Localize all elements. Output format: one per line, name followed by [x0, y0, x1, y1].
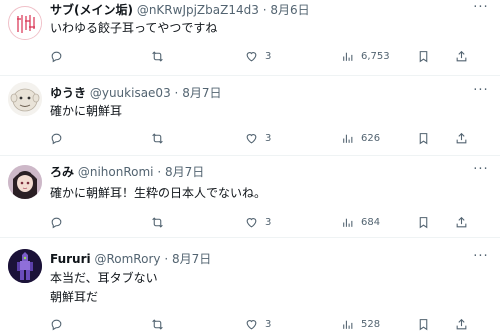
tweet[interactable]: Fururi @RomRory · 8月7日 ··· 本当だ、耳タブない 朝鮮耳…: [0, 238, 500, 336]
avatar[interactable]: [8, 6, 42, 40]
author-handle[interactable]: @RomRory: [94, 252, 160, 266]
views-button[interactable]: 684: [341, 214, 380, 230]
more-icon[interactable]: ···: [472, 250, 490, 267]
tweet[interactable]: サブ(メイン垢) @nKRwJpjZbaZ14d3 · 8月6日 ··· いわゆ…: [0, 0, 500, 76]
reply-button[interactable]: [50, 130, 70, 146]
share-icon: [456, 216, 467, 227]
reply-icon: [51, 217, 62, 228]
bookmark-button[interactable]: [417, 316, 430, 332]
heart-icon: [246, 133, 257, 143]
view-count: 6,753: [361, 50, 390, 62]
tweet-text: 確かに朝鮮耳: [50, 104, 123, 118]
views-button[interactable]: 6,753: [341, 48, 390, 64]
retweet-button[interactable]: [151, 316, 171, 332]
retweet-button[interactable]: [151, 48, 171, 64]
heart-icon: [246, 319, 257, 329]
tweet-text: 本当だ、耳タブない 朝鮮耳だ: [50, 271, 158, 304]
like-count: 3: [265, 132, 272, 144]
more-icon[interactable]: ···: [472, 163, 490, 180]
reply-button[interactable]: [50, 316, 70, 332]
share-button[interactable]: [455, 214, 468, 230]
tweet[interactable]: ゆうき @yuukisae03 · 8月7日 ··· 確かに朝鮮耳 3 626: [0, 76, 500, 156]
reply-icon: [51, 133, 62, 144]
like-button[interactable]: 3: [245, 316, 271, 332]
action-bar: 3 626: [50, 130, 488, 146]
bookmark-icon: [419, 50, 428, 62]
author-name[interactable]: ろみ: [50, 165, 74, 179]
tweet[interactable]: ろみ @nihonRomi · 8月7日 ··· 確かに朝鮮耳！生粋の日本人でな…: [0, 156, 500, 238]
tweet-date[interactable]: 8月7日: [182, 86, 221, 100]
retweet-icon: [152, 132, 163, 144]
reply-icon: [51, 51, 62, 62]
author-handle[interactable]: @nihonRomi: [78, 165, 154, 179]
views-button[interactable]: 626: [341, 130, 380, 146]
more-icon[interactable]: ···: [472, 84, 490, 101]
retweet-icon: [152, 50, 163, 62]
bar-chart-icon: [343, 52, 353, 61]
bookmark-button[interactable]: [417, 214, 430, 230]
author-handle[interactable]: @yuukisae03: [90, 86, 171, 100]
avatar-image: [8, 249, 42, 283]
reply-button[interactable]: [50, 214, 70, 230]
like-button[interactable]: 3: [245, 130, 271, 146]
like-count: 3: [265, 50, 272, 62]
like-count: 3: [265, 318, 272, 330]
meta-separator: ·: [174, 86, 179, 100]
tweet-date[interactable]: 8月6日: [270, 3, 309, 17]
like-count: 3: [265, 216, 272, 228]
more-icon[interactable]: ···: [472, 1, 490, 18]
bookmark-icon: [419, 132, 428, 144]
bar-chart-icon: [343, 218, 353, 227]
avatar[interactable]: [8, 82, 42, 116]
author-name[interactable]: Fururi: [50, 252, 91, 266]
share-button[interactable]: [455, 316, 468, 332]
like-button[interactable]: 3: [245, 48, 271, 64]
tweet-text: いわゆる餃子耳ってやつですね: [50, 21, 218, 35]
share-button[interactable]: [455, 48, 468, 64]
avatar-image: [8, 165, 42, 199]
like-button[interactable]: 3: [245, 214, 271, 230]
tweet-date[interactable]: 8月7日: [165, 165, 204, 179]
share-button[interactable]: [455, 130, 468, 146]
avatar[interactable]: [8, 165, 42, 199]
author-handle[interactable]: @nKRwJpjZbaZ14d3: [137, 3, 259, 17]
share-icon: [456, 132, 467, 143]
action-bar: 3 528: [50, 316, 488, 332]
views-button[interactable]: 528: [341, 316, 380, 332]
avatar[interactable]: [8, 249, 42, 283]
tweet-date[interactable]: 8月7日: [172, 252, 211, 266]
action-bar: 3 6,753: [50, 48, 488, 64]
action-bar: 3 684: [50, 214, 488, 230]
bookmark-icon: [419, 216, 428, 228]
heart-icon: [246, 217, 257, 227]
share-icon: [456, 50, 467, 61]
meta-separator: ·: [262, 3, 267, 17]
avatar-image: [10, 8, 41, 39]
bookmark-button[interactable]: [417, 48, 430, 64]
avatar-image: [8, 82, 42, 116]
retweet-button[interactable]: [151, 214, 171, 230]
view-count: 528: [361, 318, 381, 330]
author-name[interactable]: ゆうき: [50, 86, 86, 100]
bar-chart-icon: [343, 134, 353, 143]
share-icon: [456, 318, 467, 329]
meta-separator: ·: [164, 252, 169, 266]
bookmark-icon: [419, 318, 428, 330]
retweet-button[interactable]: [151, 130, 171, 146]
bar-chart-icon: [343, 320, 353, 329]
meta-separator: ·: [157, 165, 162, 179]
reply-icon: [51, 319, 62, 330]
tweet-text: 確かに朝鮮耳！生粋の日本人でないね。: [50, 186, 267, 200]
author-name[interactable]: サブ(メイン垢): [50, 3, 133, 17]
heart-icon: [246, 51, 257, 61]
reply-button[interactable]: [50, 48, 70, 64]
view-count: 626: [361, 132, 381, 144]
retweet-icon: [152, 318, 163, 330]
view-count: 684: [361, 216, 381, 228]
bookmark-button[interactable]: [417, 130, 430, 146]
retweet-icon: [152, 216, 163, 228]
